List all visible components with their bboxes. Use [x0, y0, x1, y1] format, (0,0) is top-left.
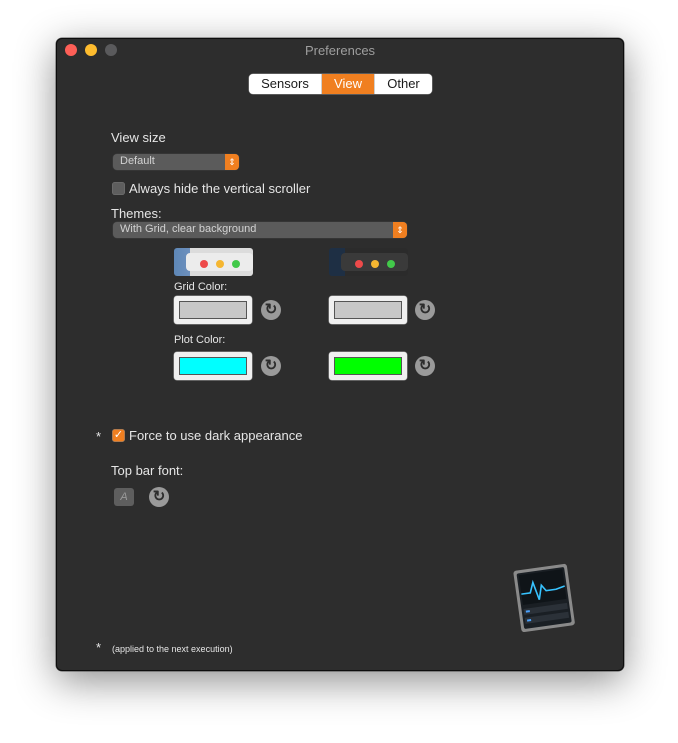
- view-size-value: Default: [120, 155, 155, 167]
- grid-color-light-swatch: [179, 301, 247, 319]
- dark-appearance-checkbox[interactable]: ✓: [112, 429, 125, 442]
- up-down-arrows-icon: ⇕: [393, 222, 407, 238]
- window-title: Preferences: [304, 43, 376, 58]
- red-dot-icon: [355, 260, 363, 268]
- reset-icon[interactable]: ↻: [261, 356, 281, 376]
- view-size-label: View size: [111, 130, 166, 145]
- red-dot-icon: [200, 260, 208, 268]
- hide-scroller-checkbox[interactable]: [112, 182, 125, 195]
- tab-other[interactable]: Other: [374, 74, 432, 94]
- green-dot-icon: [387, 260, 395, 268]
- reset-icon[interactable]: ↻: [149, 487, 169, 507]
- grid-color-light-well[interactable]: [174, 296, 252, 324]
- dark-appearance-label: Force to use dark appearance: [129, 428, 303, 443]
- grid-color-label: Grid Color:: [174, 281, 228, 293]
- light-theme-titlebar: [186, 253, 253, 271]
- grid-color-dark-well[interactable]: [329, 296, 407, 324]
- tab-bar: Sensors View Other: [249, 74, 432, 94]
- view-size-popup[interactable]: Default ⇕: [113, 154, 239, 170]
- dark-appearance-asterisk: *: [96, 429, 102, 444]
- green-dot-icon: [232, 260, 240, 268]
- light-theme-preview: [174, 248, 253, 276]
- footer-asterisk: *: [96, 640, 102, 655]
- plot-color-label: Plot Color:: [174, 334, 226, 346]
- reset-icon[interactable]: ↻: [415, 356, 435, 376]
- hide-scroller-label: Always hide the vertical scroller: [129, 181, 311, 196]
- dark-theme-preview: [329, 248, 408, 276]
- plot-color-dark-well[interactable]: [329, 352, 407, 380]
- grid-color-dark-swatch: [334, 301, 402, 319]
- tab-view[interactable]: View: [322, 74, 374, 94]
- dark-theme-titlebar: [341, 253, 408, 271]
- plot-color-dark-swatch: [334, 357, 402, 375]
- font-picker-button[interactable]: A: [114, 488, 134, 506]
- tab-sensors[interactable]: Sensors: [249, 74, 322, 94]
- themes-popup[interactable]: With Grid, clear background ⇕: [113, 222, 407, 238]
- themes-value: With Grid, clear background: [120, 223, 257, 235]
- plot-color-light-swatch: [179, 357, 247, 375]
- themes-label: Themes:: [111, 206, 162, 221]
- yellow-dot-icon: [216, 260, 224, 268]
- footer-note: (applied to the next execution): [112, 644, 233, 654]
- top-bar-font-label: Top bar font:: [111, 463, 184, 478]
- reset-icon[interactable]: ↻: [415, 300, 435, 320]
- app-icon: [513, 563, 575, 633]
- reset-icon[interactable]: ↻: [261, 300, 281, 320]
- yellow-dot-icon: [371, 260, 379, 268]
- plot-color-light-well[interactable]: [174, 352, 252, 380]
- preferences-window: Preferences Sensors View Other View size…: [56, 38, 624, 671]
- up-down-arrows-icon: ⇕: [225, 154, 239, 170]
